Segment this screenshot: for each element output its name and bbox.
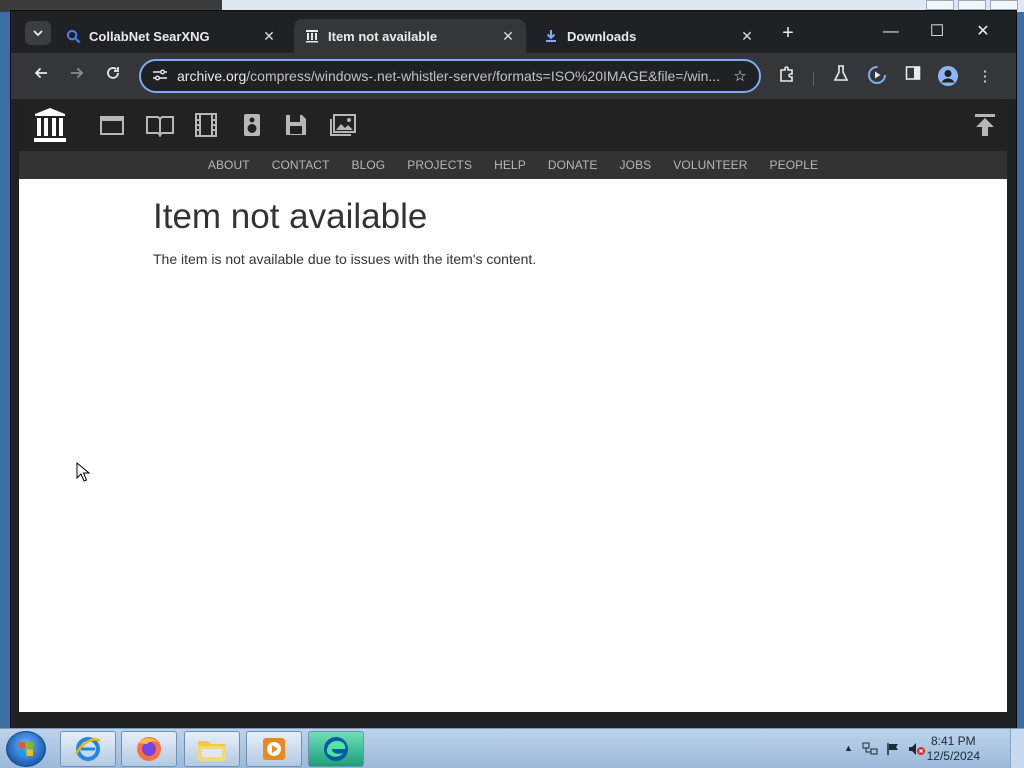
archive-icon [304, 28, 320, 44]
texts-icon[interactable] [145, 113, 175, 137]
url-path: /compress/windows-.net-whistler-server/f… [246, 68, 721, 84]
close-icon[interactable]: ✕ [500, 28, 516, 45]
nav-blog[interactable]: BLOG [352, 158, 386, 172]
nav-volunteer[interactable]: VOLUNTEER [673, 158, 747, 172]
tab-label: Downloads [567, 28, 637, 44]
tab-searxng[interactable]: CollabNet SearXNG ✕ [55, 19, 287, 53]
system-tray: ▲ 8:41 PM 12/5/2024 [834, 729, 1024, 768]
page-title: Item not available [153, 197, 428, 236]
volume-muted-icon[interactable] [908, 742, 926, 756]
page-viewport: ABOUT CONTACT BLOG PROJECTS HELP DONATE … [19, 99, 1007, 712]
taskbar-media-player[interactable] [246, 731, 302, 767]
taskbar-file-explorer[interactable] [184, 731, 240, 767]
download-icon [543, 28, 559, 44]
taskbar-firefox[interactable] [121, 731, 177, 767]
profile-avatar-icon[interactable] [936, 65, 960, 89]
nav-contact[interactable]: CONTACT [272, 158, 330, 172]
main-content: Item not available The item is not avail… [153, 197, 536, 267]
software-icon[interactable] [283, 113, 309, 137]
window-bottom-frame [11, 712, 1016, 728]
clock-time: 8:41 PM [930, 734, 976, 748]
taskbar-internet-explorer[interactable] [60, 731, 116, 767]
close-window-button[interactable]: ✕ [961, 19, 1005, 45]
archive-logo-icon[interactable] [33, 107, 67, 143]
nav-jobs[interactable]: JOBS [620, 158, 652, 172]
video-icon[interactable] [193, 113, 219, 137]
media-control-icon[interactable] [865, 65, 889, 89]
internet-explorer-icon [74, 737, 101, 761]
nav-people[interactable]: PEOPLE [770, 158, 819, 172]
archive-topbar [19, 99, 1007, 151]
arrow-right-icon [71, 67, 84, 79]
reload-button[interactable] [101, 65, 125, 89]
taskbar: ▲ 8:41 PM 12/5/2024 [0, 728, 1024, 768]
address-bar[interactable]: archive.org/compress/windows-.net-whistl… [139, 59, 761, 93]
close-icon[interactable]: ✕ [739, 28, 755, 45]
url-host: archive.org [177, 68, 247, 84]
url-text: archive.org/compress/windows-.net-whistl… [177, 68, 731, 84]
maximize-button[interactable]: ☐ [915, 19, 959, 45]
nav-donate[interactable]: DONATE [548, 158, 598, 172]
forward-button[interactable] [65, 65, 89, 89]
close-icon[interactable]: ✕ [261, 28, 277, 45]
show-desktop-button[interactable] [1010, 729, 1024, 768]
network-icon[interactable] [862, 742, 878, 756]
extensions-icon[interactable] [775, 65, 799, 89]
action-center-flag-icon[interactable] [886, 742, 900, 756]
mouse-cursor-icon [76, 462, 90, 482]
browser-toolbar: archive.org/compress/windows-.net-whistl… [11, 53, 1016, 99]
reload-icon [107, 67, 119, 79]
error-message: The item is not available due to issues … [153, 251, 537, 267]
edge-icon [324, 737, 348, 761]
tab-downloads[interactable]: Downloads ✕ [533, 19, 765, 53]
tab-item-not-available[interactable]: Item not available ✕ [294, 19, 526, 53]
audio-icon[interactable] [239, 113, 265, 137]
folder-icon [198, 741, 226, 761]
more-menu-icon[interactable]: ⋮ [973, 65, 997, 89]
tab-label: CollabNet SearXNG [89, 28, 210, 44]
clock[interactable]: 8:41 PM 12/5/2024 [927, 734, 980, 764]
start-button[interactable] [6, 731, 46, 767]
windows-logo-icon [19, 742, 33, 756]
images-icon[interactable] [329, 113, 357, 137]
clock-date: 12/5/2024 [926, 749, 980, 763]
nav-help[interactable]: HELP [494, 158, 526, 172]
background-restore-button[interactable] [958, 0, 986, 10]
tab-strip: CollabNet SearXNG ✕ Item not available ✕… [11, 11, 1016, 53]
show-hidden-icons-icon[interactable]: ▲ [844, 743, 853, 753]
chevron-down-icon [33, 29, 43, 36]
arrow-left-icon [34, 67, 47, 79]
back-button[interactable] [29, 65, 53, 89]
taskbar-edge[interactable] [308, 731, 364, 767]
search-icon [65, 28, 81, 44]
background-minimize-button[interactable] [926, 0, 954, 10]
nav-about[interactable]: ABOUT [208, 158, 250, 172]
background-close-button[interactable] [990, 0, 1018, 10]
tab-label: Item not available [328, 28, 438, 44]
browser-window: CollabNet SearXNG ✕ Item not available ✕… [10, 10, 1017, 728]
nav-projects[interactable]: PROJECTS [407, 158, 472, 172]
site-settings-icon[interactable] [151, 68, 169, 85]
bookmark-star-icon[interactable]: ☆ [731, 67, 749, 85]
web-icon[interactable] [99, 113, 125, 137]
new-tab-button[interactable]: + [777, 23, 799, 45]
toolbar-separator [813, 72, 814, 86]
upload-icon[interactable] [973, 113, 997, 137]
minimize-button[interactable]: — [869, 19, 913, 45]
tab-search-button[interactable] [25, 21, 51, 45]
labs-flask-icon[interactable] [829, 65, 853, 89]
firefox-icon [137, 737, 161, 761]
archive-nav: ABOUT CONTACT BLOG PROJECTS HELP DONATE … [19, 151, 1007, 179]
side-panel-icon[interactable] [901, 65, 925, 89]
media-player-icon [263, 738, 285, 760]
